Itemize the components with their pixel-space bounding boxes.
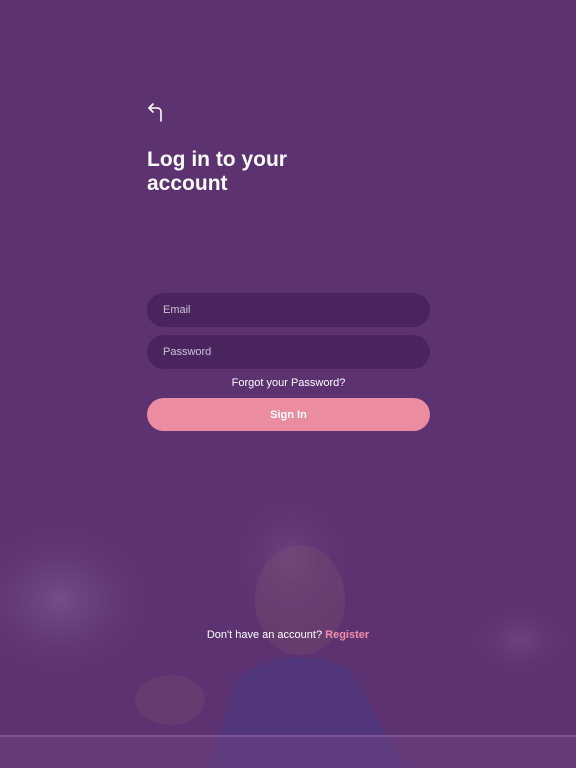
back-arrow-icon bbox=[148, 103, 162, 122]
register-prompt: Don't have an account? Register bbox=[0, 629, 576, 642]
sign-in-button[interactable]: Sign In bbox=[147, 398, 430, 431]
login-screen: Log in to your account Forgot your Passw… bbox=[0, 0, 576, 768]
register-prompt-text: Don't have an account? bbox=[206, 629, 323, 641]
forgot-password-link[interactable]: Forgot your Password? bbox=[147, 377, 430, 390]
register-link[interactable]: Register bbox=[325, 629, 369, 641]
email-field[interactable] bbox=[147, 293, 430, 327]
back-button[interactable] bbox=[144, 100, 166, 124]
page-title: Log in to your account bbox=[147, 148, 287, 195]
password-field[interactable] bbox=[147, 335, 430, 369]
